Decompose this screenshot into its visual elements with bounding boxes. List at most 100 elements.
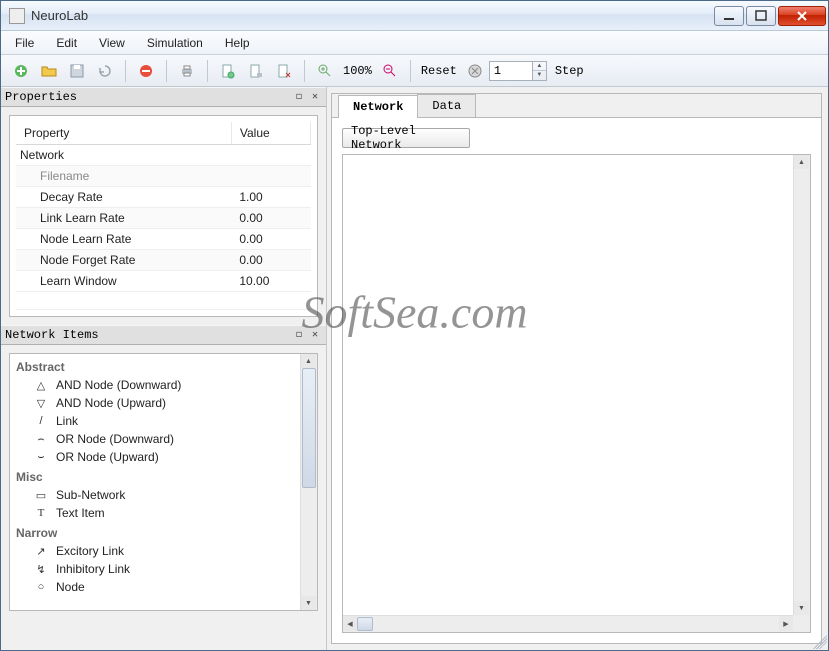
zoom-display: 100% xyxy=(339,64,376,78)
ni-item[interactable]: ↯ Inhibitory Link xyxy=(14,560,296,578)
ni-item[interactable]: ▽AND Node (Upward) xyxy=(14,394,296,412)
slash-icon: / xyxy=(34,415,48,427)
prop-value[interactable]: 1.00 xyxy=(231,187,310,208)
app-icon xyxy=(9,8,25,24)
ni-label: AND Node (Downward) xyxy=(56,378,181,392)
toolbar: 100% Reset ▲▼ Step xyxy=(1,55,828,87)
canvas-hscroll[interactable]: ◀ ▶ xyxy=(343,615,793,632)
spin-up-icon[interactable]: ▲ xyxy=(533,62,546,72)
lightning-icon: ↯ xyxy=(34,563,48,576)
left-column: Properties ◻ ✕ Property Value Netwo xyxy=(1,87,327,650)
ni-item[interactable]: T Text Item xyxy=(14,504,296,522)
tab-network[interactable]: Network xyxy=(338,95,418,118)
canvas-vscroll[interactable]: ▲ ▼ xyxy=(793,155,810,615)
tab-data[interactable]: Data xyxy=(417,94,476,117)
close-icon[interactable]: ✕ xyxy=(308,90,322,104)
prop-label[interactable]: Decay Rate xyxy=(16,187,231,208)
menu-help[interactable]: Help xyxy=(215,33,260,53)
zoom-out-icon[interactable] xyxy=(377,59,403,83)
scroll-down-icon[interactable]: ▼ xyxy=(301,596,316,610)
prop-label[interactable]: Node Learn Rate xyxy=(16,229,231,250)
reload-icon[interactable] xyxy=(92,59,118,83)
close-button[interactable] xyxy=(778,6,826,26)
network-items-vscroll[interactable]: ▲ ▼ xyxy=(300,354,317,610)
spin-down-icon[interactable]: ▼ xyxy=(533,71,546,80)
app-window: NeuroLab File Edit View Simulation Help xyxy=(0,0,829,651)
close-icon[interactable]: ✕ xyxy=(308,328,322,342)
remove-icon[interactable] xyxy=(133,59,159,83)
print-icon[interactable] xyxy=(174,59,200,83)
maximize-button[interactable] xyxy=(746,6,776,26)
prop-value[interactable]: 0.00 xyxy=(231,208,310,229)
prop-label[interactable]: Learn Window xyxy=(16,271,231,292)
doc-a-icon[interactable] xyxy=(215,59,241,83)
scroll-up-icon[interactable]: ▲ xyxy=(794,155,809,169)
doc-c-icon[interactable] xyxy=(271,59,297,83)
prop-value[interactable] xyxy=(231,166,310,187)
scroll-right-icon[interactable]: ▶ xyxy=(779,616,793,631)
step-label[interactable]: Step xyxy=(547,64,592,78)
network-items-title: Network Items xyxy=(5,328,290,342)
t-glyph-icon: T xyxy=(34,507,48,519)
menu-simulation[interactable]: Simulation xyxy=(137,33,213,53)
prop-value[interactable]: 0.00 xyxy=(231,229,310,250)
prop-label[interactable]: Node Forget Rate xyxy=(16,250,231,271)
ni-label: Sub-Network xyxy=(56,488,125,502)
top-level-network-label: Top-Level Network xyxy=(351,124,461,152)
properties-dock-header: Properties ◻ ✕ xyxy=(1,87,326,107)
prop-group-network[interactable]: Network xyxy=(16,145,311,166)
reset-label[interactable]: Reset xyxy=(417,64,461,78)
network-items-dock-header: Network Items ◻ ✕ xyxy=(1,325,326,345)
doc-b-icon[interactable] xyxy=(243,59,269,83)
resize-grip-icon[interactable] xyxy=(813,635,827,649)
step-spinner[interactable]: ▲▼ xyxy=(533,61,547,81)
prop-label[interactable]: Link Learn Rate xyxy=(16,208,231,229)
scroll-left-icon[interactable]: ◀ xyxy=(343,616,357,631)
scroll-up-icon[interactable]: ▲ xyxy=(301,354,316,368)
ni-item[interactable]: ⌣OR Node (Upward) xyxy=(14,448,296,466)
save-icon[interactable] xyxy=(64,59,90,83)
step-count-input[interactable] xyxy=(489,61,533,81)
stop-icon[interactable] xyxy=(462,59,488,83)
ni-item[interactable]: △ AND Node (Downward) xyxy=(14,376,296,394)
properties-dock-body: Property Value Network Filename Decay Ra… xyxy=(1,107,326,325)
properties-table-wrap: Property Value Network Filename Decay Ra… xyxy=(9,115,318,317)
tabs: Network Data xyxy=(332,94,821,118)
ni-label: Excitory Link xyxy=(56,544,124,558)
scroll-thumb[interactable] xyxy=(302,368,316,488)
menu-file[interactable]: File xyxy=(5,33,44,53)
scroll-thumb[interactable] xyxy=(357,617,373,631)
prop-value[interactable]: 0.00 xyxy=(231,250,310,271)
ni-item[interactable]: /Link xyxy=(14,412,296,430)
prop-label[interactable]: Filename xyxy=(16,166,231,187)
prop-value[interactable]: 10.00 xyxy=(231,271,310,292)
arrow-ne-icon: ↗ xyxy=(34,545,48,558)
network-canvas[interactable]: ▲ ▼ ◀ ▶ xyxy=(342,154,811,633)
box-icon: ▭ xyxy=(34,489,48,502)
triangle-up-icon: △ xyxy=(34,379,48,392)
open-icon[interactable] xyxy=(36,59,62,83)
tab-body: Top-Level Network ▲ ▼ ◀ ▶ xyxy=(332,118,821,643)
ni-label: Node xyxy=(56,580,85,594)
ni-item[interactable]: ▭ Sub-Network xyxy=(14,486,296,504)
network-items-list[interactable]: Abstract △AND Node (Downward) ▽AND Node … xyxy=(10,354,300,610)
ni-group-misc: Misc xyxy=(14,466,296,486)
top-level-network-dropdown[interactable]: Top-Level Network xyxy=(342,128,470,148)
zoom-in-icon[interactable] xyxy=(312,59,338,83)
undock-icon[interactable]: ◻ xyxy=(292,328,306,342)
ni-item[interactable]: ⌢OR Node (Downward) xyxy=(14,430,296,448)
ni-item[interactable]: ○Node xyxy=(14,578,296,596)
ni-item[interactable]: ↗ Excitory Link xyxy=(14,542,296,560)
ni-label: Inhibitory Link xyxy=(56,562,130,576)
minimize-button[interactable] xyxy=(714,6,744,26)
menu-view[interactable]: View xyxy=(89,33,135,53)
undock-icon[interactable]: ◻ xyxy=(292,90,306,104)
add-icon[interactable] xyxy=(8,59,34,83)
ni-label: Text Item xyxy=(56,506,105,520)
menu-edit[interactable]: Edit xyxy=(46,33,87,53)
properties-title: Properties xyxy=(5,90,290,104)
arc-down-icon: ⌢ xyxy=(34,433,48,446)
col-value[interactable]: Value xyxy=(231,122,310,145)
col-property[interactable]: Property xyxy=(16,122,231,145)
scroll-down-icon[interactable]: ▼ xyxy=(794,601,809,615)
